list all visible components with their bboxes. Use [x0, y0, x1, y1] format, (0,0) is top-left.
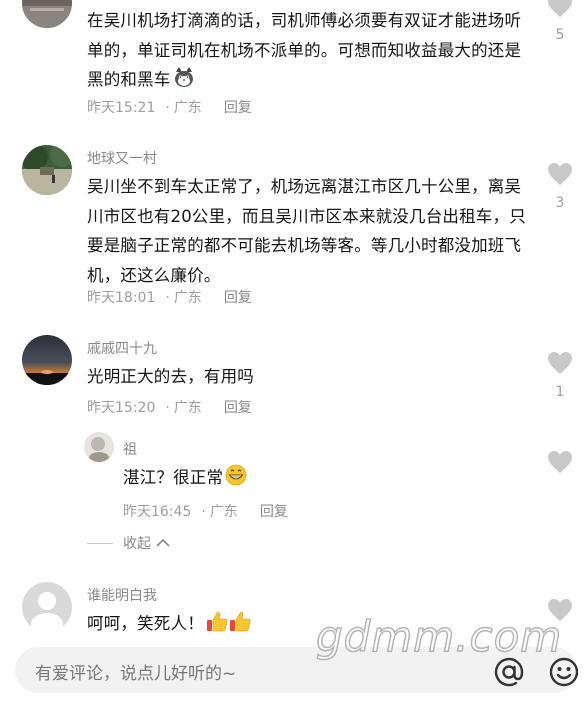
reply-text: 湛江？很正常: [123, 463, 573, 496]
comment-location: 广东: [173, 400, 202, 416]
reply-button[interactable]: 回复: [224, 290, 252, 306]
like-count: 5: [555, 27, 565, 43]
collapse-replies-button[interactable]: 收起: [87, 533, 171, 553]
comment-input-placeholder: 有爱评论，说点儿好听的~: [35, 664, 237, 684]
like-count: 1: [555, 384, 565, 400]
watermark: gdmm.com: [315, 611, 563, 662]
comment-username[interactable]: 地球又一村: [87, 148, 157, 168]
separator: ·: [201, 504, 206, 520]
comment-text: 吴川坐不到车太正常了，机场远离湛江市区几十公里，离吴川市区也有20公里，而且吴川…: [87, 177, 526, 285]
like-button[interactable]: 1: [545, 351, 575, 400]
comment-location: 广东: [173, 290, 202, 306]
like-count: 3: [555, 195, 565, 211]
avatar[interactable]: [22, 0, 72, 28]
collapse-label: 收起: [123, 536, 151, 552]
like-button[interactable]: 5: [545, 0, 575, 43]
reply-time: 昨天16:45: [123, 504, 192, 520]
comment-time: 昨天15:21: [87, 100, 156, 116]
reply-username[interactable]: 祖: [123, 439, 137, 459]
comment-meta: 昨天15:20 · 广东 回复: [87, 397, 252, 417]
reply-button[interactable]: 回复: [260, 504, 288, 520]
comment-meta: 昨天18:01 · 广东 回复: [87, 287, 252, 307]
like-button[interactable]: 3: [545, 162, 575, 211]
comment-meta: 昨天15:21 · 广东 回复: [87, 97, 252, 117]
avatar[interactable]: [22, 145, 72, 195]
comment-text: 光明正大的去，有用吗: [87, 367, 254, 386]
comment-time: 昨天18:01: [87, 290, 156, 306]
divider: [87, 542, 113, 544]
heart-icon: [548, 0, 572, 17]
heart-icon: [548, 163, 572, 185]
reply-button[interactable]: 回复: [224, 400, 252, 416]
avatar[interactable]: [22, 335, 72, 385]
grin-face-icon: [225, 464, 247, 496]
heart-icon: [548, 451, 572, 473]
comment-location: 广东: [173, 100, 202, 116]
avatar[interactable]: [22, 582, 72, 632]
reply-meta: 昨天16:45 · 广东 回复: [123, 501, 288, 521]
avatar[interactable]: [84, 432, 114, 462]
comment-username[interactable]: 谁能明白我: [87, 585, 157, 605]
comment-username[interactable]: 戚戚四十九: [87, 338, 157, 358]
comment-text: 在吴川机场打滴滴的话，司机师傅必须要有双证才能进场听单的，单证司机在机场不派单的…: [87, 6, 537, 98]
separator: ·: [165, 100, 170, 116]
like-button[interactable]: [545, 450, 575, 474]
reply-location: 广东: [209, 504, 238, 520]
reply-button[interactable]: 回复: [224, 100, 252, 116]
cat-face-icon: [173, 66, 195, 98]
comment-time: 昨天15:20: [87, 400, 156, 416]
separator: ·: [165, 290, 170, 306]
separator: ·: [165, 400, 170, 416]
chevron-up-icon: [156, 538, 170, 547]
heart-icon: [548, 352, 572, 374]
